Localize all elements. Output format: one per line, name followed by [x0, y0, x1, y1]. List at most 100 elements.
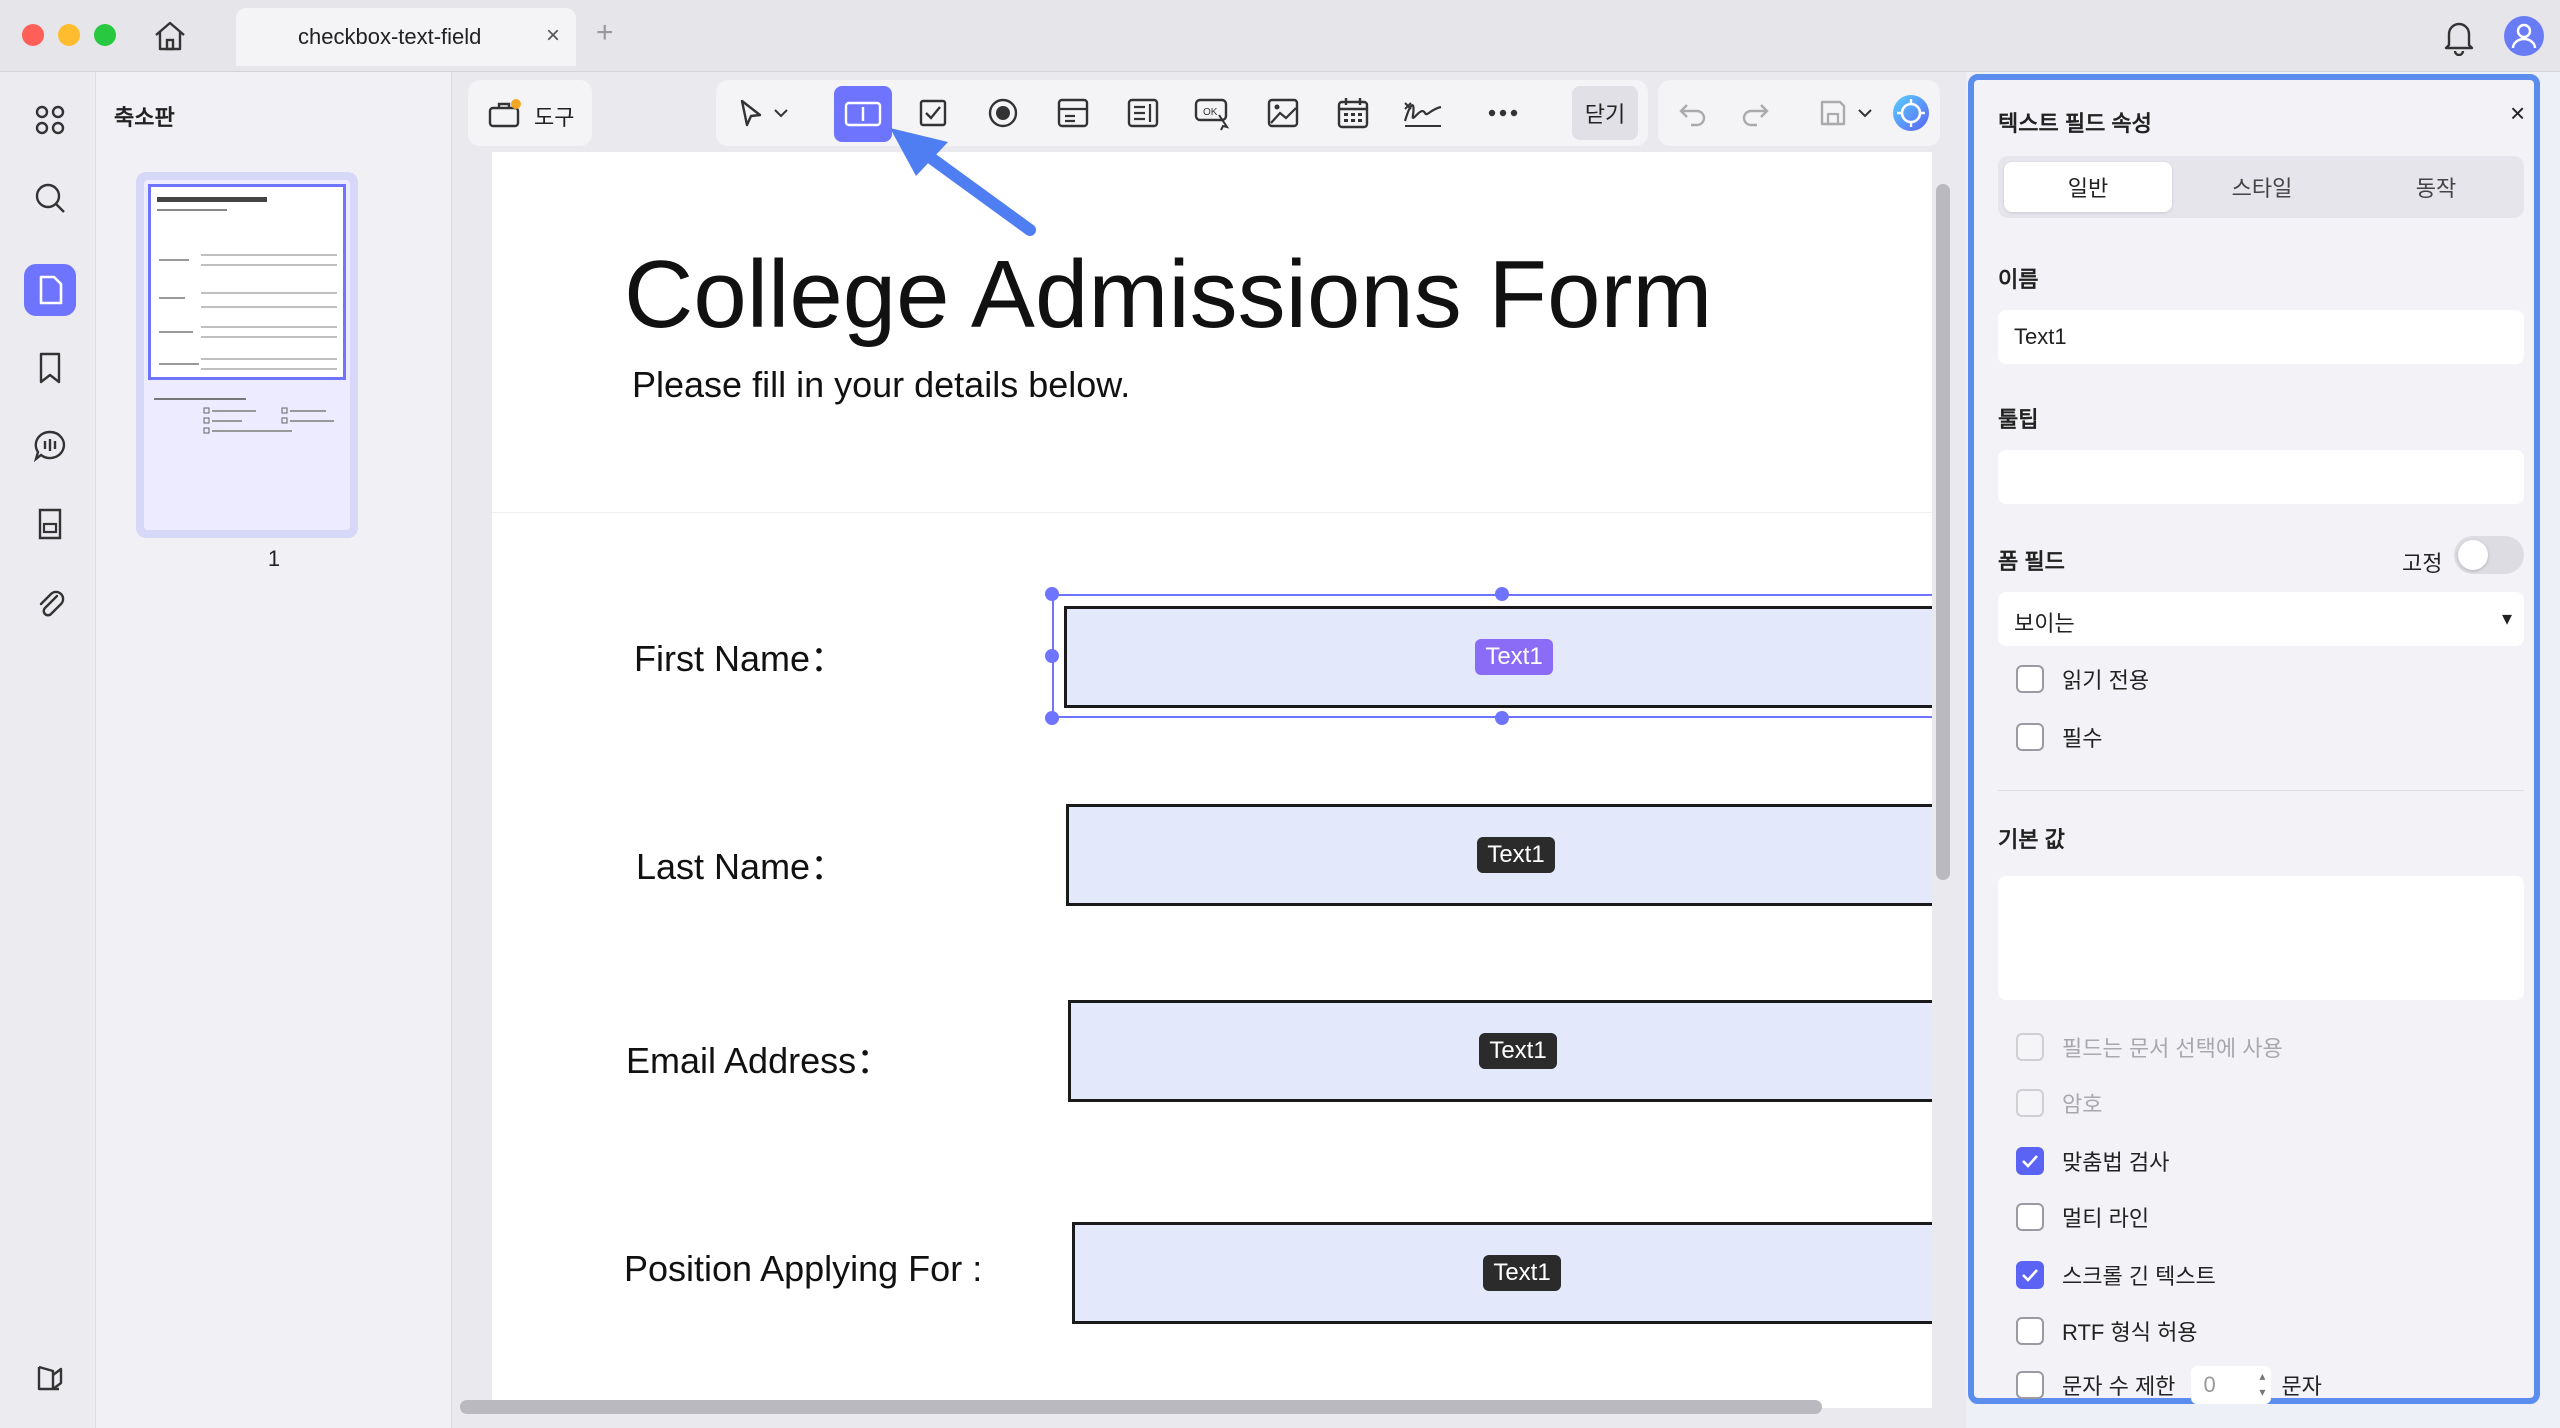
- title-bar: checkbox-text-field × +: [0, 0, 2560, 72]
- option-spell-check[interactable]: 맞춤법 검사: [2016, 1146, 2169, 1176]
- required-option[interactable]: 필수: [2016, 722, 2102, 752]
- option-label: 멀티 라인: [2062, 1206, 2150, 1231]
- tools-label: 도구: [534, 105, 575, 130]
- checkbox[interactable]: [2016, 1089, 2044, 1117]
- page-thumbnail[interactable]: [136, 172, 358, 538]
- option-label: 문자 수 제한: [2062, 1374, 2176, 1399]
- name-input[interactable]: Text1: [1998, 310, 2524, 364]
- image-field-icon[interactable]: [1260, 90, 1306, 136]
- pdf-page: College Admissions Form Please fill in y…: [492, 152, 1932, 1408]
- comment-icon[interactable]: [24, 420, 76, 472]
- checkbox[interactable]: [2016, 1203, 2044, 1231]
- visibility-select[interactable]: 보이는 ▾: [1998, 592, 2524, 646]
- grid-icon[interactable]: [24, 94, 76, 146]
- pages-icon[interactable]: [24, 264, 76, 316]
- vertical-scrollbar[interactable]: [1936, 184, 1950, 880]
- tools-button[interactable]: 도구: [468, 80, 592, 146]
- save-icon[interactable]: [1810, 90, 1856, 136]
- left-icon-rail: [0, 72, 96, 1428]
- field-name-badge: Text1: [1483, 1255, 1561, 1291]
- checkbox[interactable]: [2016, 723, 2044, 751]
- stepper-arrows-icon[interactable]: ▴ ▾: [2259, 1368, 2265, 1400]
- attachment-icon[interactable]: [24, 576, 76, 628]
- home-icon[interactable]: [150, 16, 190, 56]
- save-dropdown-icon[interactable]: [1852, 90, 1878, 136]
- toolbox-icon: [486, 96, 522, 137]
- tutorial-arrow-icon: [890, 128, 1036, 236]
- undo-icon[interactable]: [1670, 90, 1716, 136]
- default-value-input[interactable]: [1998, 876, 2524, 1000]
- close-form-mode-button[interactable]: 닫기: [1572, 86, 1638, 140]
- text-field-last-name[interactable]: Text1: [1066, 804, 1932, 906]
- page-divider: [492, 512, 1932, 513]
- user-avatar-icon[interactable]: [2504, 16, 2544, 56]
- read-only-option[interactable]: 읽기 전용: [2016, 664, 2149, 694]
- panel-close-icon[interactable]: ×: [2510, 98, 2525, 129]
- field-name-badge: Text1: [1477, 837, 1555, 873]
- pointer-dropdown-icon[interactable]: [768, 90, 794, 136]
- fixed-toggle[interactable]: [2454, 536, 2524, 574]
- option-char-limit[interactable]: 문자 수 제한 0 ▴ ▾ 문자: [2016, 1366, 2322, 1404]
- thumbnail-page-number: 1: [267, 546, 281, 571]
- field-label-first-name: First Name：: [634, 638, 847, 679]
- bell-icon[interactable]: [2440, 16, 2478, 57]
- checkbox[interactable]: [2016, 665, 2044, 693]
- tooltip-input[interactable]: [1998, 450, 2524, 504]
- bookmark-icon[interactable]: [24, 342, 76, 394]
- thumbnail-selection: [148, 184, 346, 380]
- field-name-badge: Text1: [1479, 1033, 1557, 1069]
- tab-action[interactable]: 동작: [2352, 162, 2520, 212]
- ai-assistant-icon[interactable]: [1888, 90, 1934, 136]
- fixed-label: 고정: [2402, 551, 2443, 576]
- visibility-value: 보이는: [2014, 611, 2075, 636]
- document-tab[interactable]: checkbox-text-field ×: [236, 8, 576, 66]
- option-rich-text[interactable]: RTF 형식 허용: [2016, 1316, 2198, 1346]
- text-field-position[interactable]: Text1: [1072, 1222, 1932, 1324]
- tab-close-icon[interactable]: ×: [546, 22, 560, 50]
- field-label-position: Position Applying For :: [624, 1248, 983, 1289]
- text-field-first-name[interactable]: Text1: [1064, 606, 1932, 708]
- char-limit-suffix: 문자: [2281, 1374, 2322, 1399]
- option-password[interactable]: 암호: [2016, 1088, 2102, 1118]
- search-icon[interactable]: [24, 172, 76, 224]
- combo-box-icon[interactable]: [1050, 90, 1096, 136]
- date-field-icon[interactable]: [1330, 90, 1376, 136]
- field-label-last-name: Last Name：: [636, 846, 847, 887]
- button-field-icon[interactable]: OK: [1190, 90, 1236, 136]
- library-icon[interactable]: [24, 1352, 76, 1404]
- option-multi-line[interactable]: 멀티 라인: [2016, 1202, 2149, 1232]
- list-box-icon[interactable]: [1120, 90, 1166, 136]
- checkbox[interactable]: [2016, 1371, 2044, 1399]
- resize-handle[interactable]: [1495, 587, 1509, 601]
- tab-style[interactable]: 스타일: [2178, 162, 2346, 212]
- signature-icon[interactable]: [1400, 90, 1446, 136]
- checkbox[interactable]: [2016, 1033, 2044, 1061]
- minimize-window-button[interactable]: [58, 24, 80, 46]
- close-window-button[interactable]: [22, 24, 44, 46]
- checkbox-checked[interactable]: [2016, 1147, 2044, 1175]
- resize-handle[interactable]: [1495, 711, 1509, 725]
- tooltip-label: 툴팁: [1998, 407, 2039, 432]
- horizontal-scrollbar[interactable]: [460, 1400, 1822, 1414]
- properties-tabs: 일반 스타일 동작: [1998, 156, 2524, 218]
- checkbox-checked[interactable]: [2016, 1261, 2044, 1289]
- option-label: 읽기 전용: [2062, 668, 2150, 693]
- resize-handle[interactable]: [1045, 587, 1059, 601]
- new-tab-icon[interactable]: +: [596, 16, 614, 50]
- panel-title: 텍스트 필드 속성: [1998, 111, 2152, 136]
- option-doc-selection[interactable]: 필드는 문서 선택에 사용: [2016, 1032, 2283, 1062]
- zoom-window-button[interactable]: [94, 24, 116, 46]
- option-scroll-long-text[interactable]: 스크롤 긴 텍스트: [2016, 1260, 2216, 1290]
- resize-handle[interactable]: [1045, 711, 1059, 725]
- field-label-email: Email Address：: [626, 1040, 893, 1081]
- tab-title: checkbox-text-field: [298, 24, 482, 49]
- redo-icon[interactable]: [1732, 90, 1778, 136]
- checkbox[interactable]: [2016, 1317, 2044, 1345]
- text-field-email[interactable]: Text1: [1068, 1000, 1932, 1102]
- char-limit-stepper[interactable]: 0 ▴ ▾: [2191, 1366, 2272, 1404]
- form-icon[interactable]: [24, 498, 76, 550]
- tab-general[interactable]: 일반: [2004, 162, 2172, 212]
- resize-handle[interactable]: [1045, 649, 1059, 663]
- more-icon[interactable]: [1480, 90, 1526, 136]
- thumbnails-title: 축소판: [114, 105, 175, 130]
